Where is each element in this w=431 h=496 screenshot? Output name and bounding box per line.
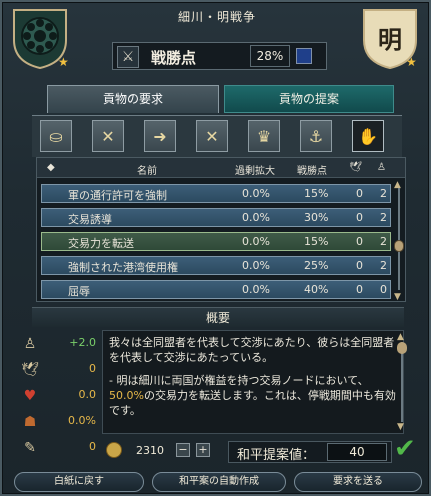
warscore-value: 28% <box>250 45 290 67</box>
col-ae: 過剰拡大 <box>235 166 275 177</box>
humiliate-icon[interactable]: ✋ <box>352 120 384 152</box>
treaty-icon: ✎ <box>24 440 36 456</box>
stat-ae: ☗ 0.0% <box>16 410 100 434</box>
overview-para-1: 我々は全同盟者を代表して交渉にあたり、彼らは全同盟者を代表して交渉にあたっている… <box>109 336 395 364</box>
crown-icon[interactable]: ♛ <box>248 120 280 152</box>
stat-relations: ♥ 0.0 <box>16 384 100 408</box>
peace-cost-value: 40 <box>327 443 387 461</box>
hearts-icon: ♥ <box>23 388 37 404</box>
warscore-bar: ⚔ 戦勝点 <box>112 42 327 70</box>
gold-minus-button[interactable]: − <box>176 443 190 457</box>
stat-treaty: ✎ 0 <box>16 436 100 460</box>
table-row[interactable]: 軍の通行許可を強制 0.0% 15% 0 2 <box>41 184 391 203</box>
tab-demand-tribute[interactable]: 貢物の要求 <box>47 85 219 113</box>
clear-button[interactable]: 白紙に戻す <box>14 472 144 492</box>
table-row[interactable]: 交易力を転送 0.0% 15% 0 2 <box>41 232 391 251</box>
overview-stats: ♙ +2.0 🕊 0 ♥ 0.0 ☗ 0.0% ✎ 0 <box>16 330 100 458</box>
auto-propose-button[interactable]: 和平案の自動作成 <box>152 472 286 492</box>
hosokawa-shield[interactable]: ★ <box>10 6 70 70</box>
accept-check-icon: ✔ <box>394 434 416 464</box>
overview-description: 我々は全同盟者を代表して交渉にあたり、彼らは全同盟者を代表して交渉にあたっている… <box>102 330 404 434</box>
ming-shield-text: 明 <box>378 26 402 54</box>
gold-tribute-icon[interactable]: ⛀ <box>40 120 72 152</box>
table-row[interactable]: 交易誘導 0.0% 30% 0 2 <box>41 208 391 227</box>
stat-prestige: ♙ +2.0 <box>16 332 100 356</box>
overview-scrollbar[interactable]: ▲ ▼ <box>397 332 407 432</box>
table-row[interactable]: 屈辱 0.0% 40% 0 0 <box>41 280 391 299</box>
col-name: 名前 <box>137 166 157 177</box>
tab-offer-tribute[interactable]: 貢物の提案 <box>224 85 394 113</box>
demands-table: ◆ 名前 過剰拡大 戦勝点 🕊 ♙ 軍の通行許可を強制 0.0% 15% 0 2… <box>36 157 406 302</box>
col-warscore: 戦勝点 <box>297 166 327 177</box>
peace-cost-label: 和平提案値： <box>237 448 316 463</box>
military-access-icon[interactable]: ✕ <box>92 120 124 152</box>
scroll-down-icon[interactable]: ▼ <box>397 422 404 432</box>
peace-cost: 和平提案値： 40 <box>228 441 392 463</box>
trade-steering-icon[interactable]: ➜ <box>144 120 176 152</box>
table-row[interactable]: 強制された港湾使用権 0.0% 25% 0 2 <box>41 256 391 275</box>
ae-icon: ☗ <box>23 414 37 430</box>
overview-title: 概要 <box>32 307 404 327</box>
crossed-swords-icon: ⚔ <box>117 46 139 68</box>
war-title: 細川・明戦争 <box>177 10 256 24</box>
prestige-icon: ♙ <box>23 336 37 352</box>
gold-amount: 2310 <box>106 440 166 462</box>
dove-icon: 🕊 <box>21 362 39 378</box>
peace-negotiation-window: ★ 細川・明戦争 明 ★ ⚔ 戦勝点 28% 貢物の要求 貢物の提案 ⛀ ✕ ➜… <box>0 0 431 496</box>
fleet-basing-icon[interactable]: ⚓ <box>300 120 332 152</box>
table-scrollbar[interactable]: ▲ ▼ <box>394 180 404 302</box>
gold-coin-icon <box>106 442 122 458</box>
overview-para-2: - 明は細川に両国が権益を持つ交易ノードにおいて、50.0%の交易力を転送します… <box>109 374 396 417</box>
table-header: ◆ 名前 過剰拡大 戦勝点 🕊 ♙ <box>37 158 405 178</box>
svg-text:★: ★ <box>58 55 69 69</box>
scroll-knob[interactable] <box>394 240 404 252</box>
ming-shield[interactable]: 明 ★ <box>360 6 420 70</box>
transfer-trade-icon[interactable]: ✕ <box>196 120 228 152</box>
demand-type-bar: ⛀ ✕ ➜ ✕ ♛ ⚓ ✋ <box>32 115 402 157</box>
prestige-column-icon: ♙ <box>377 162 386 173</box>
stat-peace: 🕊 0 <box>21 362 96 378</box>
scroll-knob[interactable] <box>397 342 407 354</box>
svg-text:★: ★ <box>406 55 417 69</box>
send-demand-button[interactable]: 要求を送る <box>294 472 422 492</box>
warscore-label: 戦勝点 <box>151 49 197 67</box>
scroll-down-icon[interactable]: ▼ <box>394 292 401 302</box>
dove-column-icon: 🕊 <box>349 162 362 173</box>
flag-icon[interactable] <box>296 48 312 64</box>
scroll-up-icon[interactable]: ▲ <box>397 332 404 342</box>
shield-column-icon: ◆ <box>47 162 55 173</box>
gold-plus-button[interactable]: + <box>196 443 210 457</box>
